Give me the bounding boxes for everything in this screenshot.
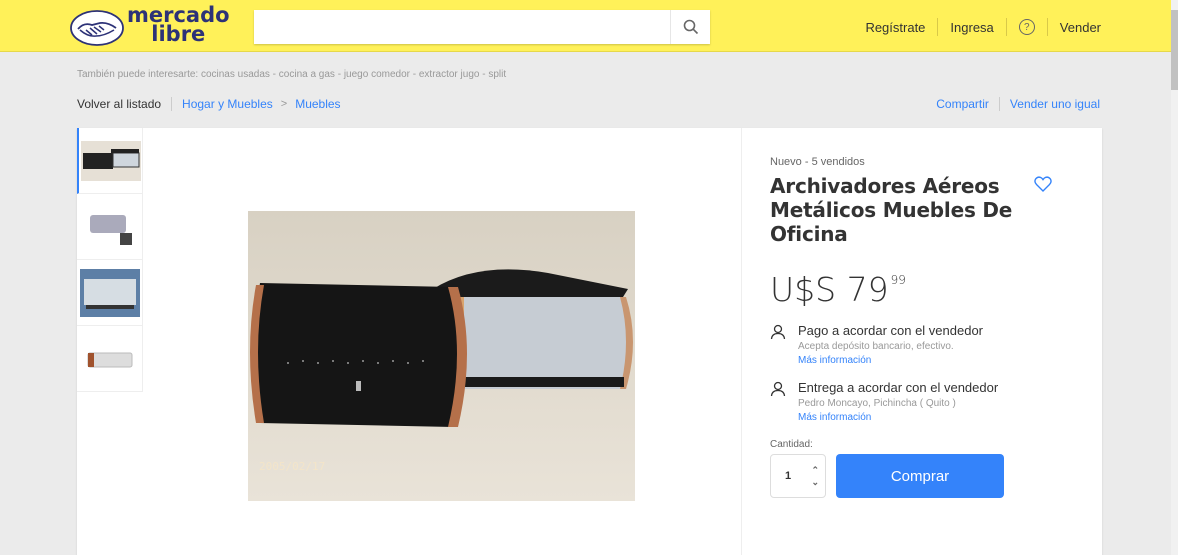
cabinet-photo-image — [248, 211, 635, 501]
quantity-stepper[interactable]: 1 ⌃ ⌄ — [770, 454, 826, 498]
nav-divider — [1005, 18, 1007, 36]
thumbnail-cabinet-image — [79, 338, 140, 379]
nav-divider — [1046, 18, 1048, 36]
purchase-row: 1 ⌃ ⌄ Comprar — [770, 454, 1080, 498]
quantity-arrows[interactable]: ⌃ ⌄ — [811, 464, 819, 488]
payment-more-info-link[interactable]: Más información — [798, 355, 983, 366]
register-link[interactable]: Regístrate — [865, 20, 925, 35]
nav-divider — [937, 18, 939, 36]
header-nav: Regístrate Ingresa ? Vender — [865, 18, 1101, 36]
back-to-listing-link[interactable]: Volver al listado — [77, 97, 161, 111]
product-price: U$S 79 99 — [770, 270, 1080, 309]
buy-button[interactable]: Comprar — [836, 454, 1004, 498]
share-divider — [998, 97, 1000, 111]
related-searches[interactable]: También puede interesarte: cocinas usada… — [77, 69, 506, 80]
scrollbar-thumb[interactable] — [1171, 10, 1178, 90]
payment-detail: Acepta depósito bancario, efectivo. — [798, 341, 954, 352]
logo-wordmark: mercado libre — [127, 5, 230, 46]
price-cents: 99 — [890, 273, 906, 287]
product-card: 2005/02/17 Nuevo - 5 vendidos Archivador… — [77, 128, 1102, 555]
product-condition-sold: Nuevo - 5 vendidos — [770, 156, 865, 168]
thumbnail-4[interactable] — [77, 326, 143, 392]
delivery-detail: Pedro Moncayo, Pichincha ( Quito ) — [798, 398, 956, 409]
breadcrumb-muebles[interactable]: Muebles — [295, 97, 340, 111]
thumbnail-cabinet-image — [80, 140, 141, 181]
search-button[interactable] — [670, 10, 710, 44]
login-link[interactable]: Ingresa — [950, 20, 993, 35]
header-bar: mercado libre Regístrate Ingresa ? Vende… — [0, 0, 1171, 52]
product-info: Nuevo - 5 vendidos Archivadores Aéreos M… — [770, 156, 1080, 498]
sell-link[interactable]: Vender — [1060, 20, 1101, 35]
handshake-logo-icon — [70, 10, 124, 46]
thumbnail-2[interactable] — [77, 194, 143, 260]
photo-date-stamp: 2005/02/17 — [259, 460, 326, 473]
share-actions: Compartir Vender uno igual — [936, 97, 1100, 111]
breadcrumb-divider — [171, 97, 173, 111]
search-icon — [683, 19, 698, 35]
logo-line-libre: libre — [151, 22, 206, 46]
column-divider — [741, 128, 742, 555]
chevron-down-icon[interactable]: ⌄ — [811, 476, 819, 488]
delivery-title: Entrega a acordar con el vendedor — [798, 380, 999, 395]
share-link[interactable]: Compartir — [936, 97, 989, 111]
delivery-info: Entrega a acordar con el vendedor Pedro … — [770, 380, 1080, 423]
page-scrollbar[interactable] — [1171, 0, 1178, 555]
price-main: U$S 79 — [770, 270, 889, 309]
thumbnail-1[interactable] — [77, 128, 143, 194]
mercado-libre-logo[interactable]: mercado libre — [70, 5, 230, 48]
breadcrumb-hogar-muebles[interactable]: Hogar y Muebles — [182, 97, 273, 111]
delivery-more-info-link[interactable]: Más información — [798, 412, 998, 423]
quantity-label: Cantidad: — [770, 439, 813, 450]
thumbnail-cabinet-image — [79, 268, 140, 317]
thumbnail-cabinet-image — [79, 206, 140, 247]
user-icon — [770, 381, 786, 397]
thumbnail-3[interactable] — [77, 260, 143, 326]
help-icon[interactable]: ? — [1018, 19, 1035, 35]
product-photo[interactable]: 2005/02/17 — [248, 211, 635, 501]
heart-icon[interactable] — [1034, 176, 1052, 192]
quantity-value: 1 — [785, 470, 792, 482]
user-icon — [770, 324, 786, 340]
search-input[interactable] — [254, 10, 670, 44]
search-bar — [254, 10, 710, 44]
sell-same-link[interactable]: Vender uno igual — [1010, 97, 1100, 111]
payment-title: Pago a acordar con el vendedor — [798, 323, 984, 338]
payment-info: Pago a acordar con el vendedor Acepta de… — [770, 323, 1080, 366]
product-title: Archivadores Aéreos Metálicos Muebles De… — [770, 174, 1013, 246]
breadcrumb-chevron-icon: > — [280, 98, 288, 110]
breadcrumb: Volver al listado Hogar y Muebles > Mueb… — [77, 97, 341, 111]
chevron-up-icon[interactable]: ⌃ — [811, 464, 819, 476]
thumbnail-gallery — [77, 128, 143, 392]
